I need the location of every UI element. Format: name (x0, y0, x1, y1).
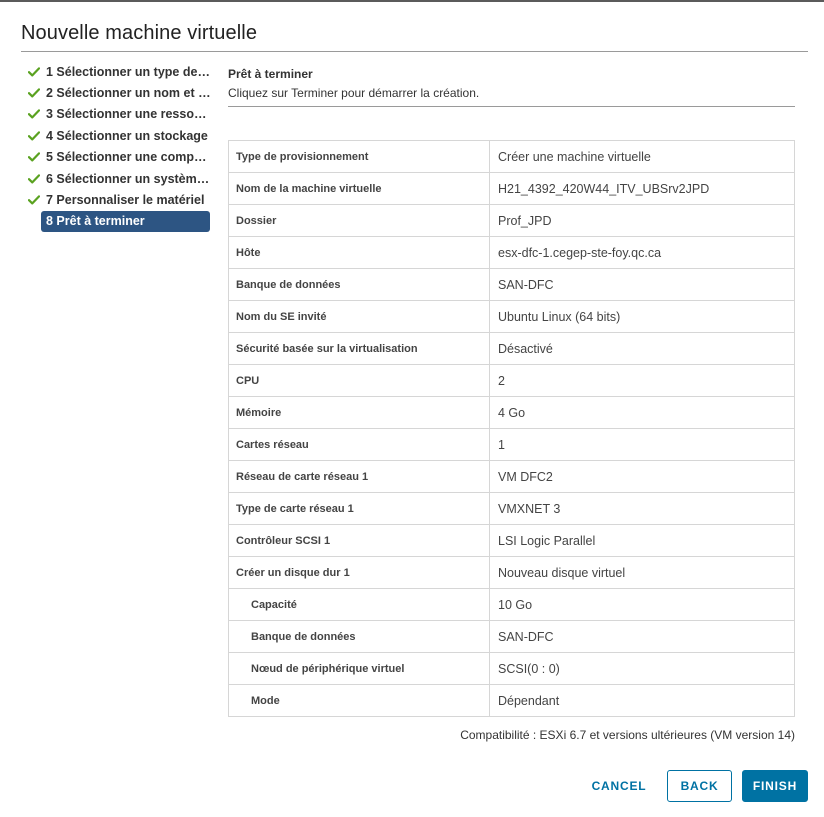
summary-value: 4 Go (489, 396, 795, 429)
wizard-steps-nav: 1 Sélectionner un type de c... 2 Sélectio… (28, 61, 213, 232)
summary-key: Réseau de carte réseau 1 (228, 460, 490, 493)
wizard-step-6[interactable]: 6 Sélectionner un système ... (28, 168, 213, 189)
check-icon (28, 88, 46, 98)
summary-key: Créer un disque dur 1 (228, 556, 490, 589)
summary-value: 10 Go (489, 588, 795, 621)
summary-key: Dossier (228, 204, 490, 237)
summary-key: Type de carte réseau 1 (228, 492, 490, 525)
window-top-border (0, 0, 824, 2)
table-row: Nom de la machine virtuelle H21_4392_420W… (228, 172, 795, 205)
wizard-step-2[interactable]: 2 Sélectionner un nom et u... (28, 82, 213, 103)
table-row: Contrôleur SCSI 1 LSI Logic Parallel (228, 524, 795, 557)
table-row: Sécurité basée sur la virtualisation Désa… (228, 332, 795, 365)
table-row: Hôte esx-dfc-1.cegep-ste-foy.qc.ca (228, 236, 795, 269)
summary-key: Mémoire (228, 396, 490, 429)
summary-value: VMXNET 3 (489, 492, 795, 525)
wizard-step-label: 2 Sélectionner un nom et u... (46, 86, 211, 101)
summary-value: Créer une machine virtuelle (489, 140, 795, 173)
check-icon (28, 109, 46, 119)
summary-key: Banque de données (228, 620, 490, 653)
table-row: Créer un disque dur 1 Nouveau disque virt… (228, 556, 795, 589)
summary-value: Désactivé (489, 332, 795, 365)
summary-value: Dépendant (489, 684, 795, 717)
summary-value: LSI Logic Parallel (489, 524, 795, 557)
summary-key: Sécurité basée sur la virtualisation (228, 332, 490, 365)
summary-table: Type de provisionnement Créer une machine… (228, 140, 795, 717)
finish-button[interactable]: FINISH (742, 770, 808, 802)
summary-key: Nœud de périphérique virtuel (228, 652, 490, 685)
summary-value: esx-dfc-1.cegep-ste-foy.qc.ca (489, 236, 795, 269)
summary-key: Capacité (228, 588, 490, 621)
table-row: Nom du SE invité Ubuntu Linux (64 bits) (228, 300, 795, 333)
wizard-step-label: 7 Personnaliser le matériel (46, 193, 205, 208)
check-icon (28, 66, 46, 77)
wizard-step-label: 3 Sélectionner une ressour... (46, 107, 211, 122)
wizard-step-8[interactable]: 8 Prêt à terminer (41, 210, 210, 232)
table-row: Type de provisionnement Créer une machine… (228, 140, 795, 173)
summary-key: Contrôleur SCSI 1 (228, 524, 490, 557)
summary-value: VM DFC2 (489, 460, 795, 493)
summary-value: SAN-DFC (489, 268, 795, 301)
title-divider (21, 51, 808, 52)
summary-value: Nouveau disque virtuel (489, 556, 795, 589)
table-row: Mémoire 4 Go (228, 396, 795, 429)
summary-value: SAN-DFC (489, 620, 795, 653)
summary-key: Type de provisionnement (228, 140, 490, 173)
summary-key: Cartes réseau (228, 428, 490, 461)
table-row: CPU 2 (228, 364, 795, 397)
summary-key: Nom du SE invité (228, 300, 490, 333)
table-row: Banque de données SAN-DFC (228, 620, 795, 653)
step-description: Cliquez sur Terminer pour démarrer la cr… (228, 86, 480, 100)
wizard-step-3[interactable]: 3 Sélectionner une ressour... (28, 104, 213, 125)
wizard-step-1[interactable]: 1 Sélectionner un type de c... (28, 61, 213, 82)
table-row: Dossier Prof_JPD (228, 204, 795, 237)
check-icon (28, 173, 46, 184)
summary-key: Hôte (228, 236, 490, 269)
table-row: Capacité 10 Go (228, 588, 795, 621)
wizard-step-label: 4 Sélectionner un stockage (46, 128, 208, 143)
table-row: Cartes réseau 1 (228, 428, 795, 461)
check-icon (28, 131, 46, 141)
wizard-step-label: 6 Sélectionner un système ... (46, 171, 211, 186)
wizard-step-4[interactable]: 4 Sélectionner un stockage (28, 125, 213, 146)
wizard-step-7[interactable]: 7 Personnaliser le matériel (28, 189, 213, 210)
table-row: Banque de données SAN-DFC (228, 268, 795, 301)
summary-value: H21_4392_420W44_ITV_UBSrv2JPD (489, 172, 795, 205)
wizard-step-label: 1 Sélectionner un type de c... (46, 64, 211, 79)
table-row: Mode Dépendant (228, 684, 795, 717)
content-divider (228, 106, 795, 107)
wizard-step-5[interactable]: 5 Sélectionner une compat... (28, 147, 213, 168)
table-row: Type de carte réseau 1 VMXNET 3 (228, 492, 795, 525)
summary-value: SCSI(0 : 0) (489, 652, 795, 685)
cancel-button[interactable]: CANCEL (583, 770, 655, 802)
summary-key: Mode (228, 684, 490, 717)
wizard-step-label: 8 Prêt à terminer (46, 214, 145, 229)
summary-key: Banque de données (228, 268, 490, 301)
compatibility-note: Compatibilité : ESXi 6.7 et versions ult… (460, 728, 795, 742)
table-row: Nœud de périphérique virtuel SCSI(0 : 0) (228, 652, 795, 685)
wizard-step-label: 5 Sélectionner une compat... (46, 150, 211, 165)
check-icon (28, 152, 46, 162)
content-header: Prêt à terminer Cliquez sur Terminer pou… (228, 61, 795, 100)
back-button[interactable]: BACK (667, 770, 732, 802)
summary-value: 2 (489, 364, 795, 397)
summary-key: Nom de la machine virtuelle (228, 172, 490, 205)
step-heading: Prêt à terminer (228, 67, 313, 81)
summary-key: CPU (228, 364, 490, 397)
dialog-title: Nouvelle machine virtuelle (21, 22, 258, 44)
check-icon (28, 195, 46, 205)
summary-value: Ubuntu Linux (64 bits) (489, 300, 795, 333)
summary-value: 1 (489, 428, 795, 461)
table-row: Réseau de carte réseau 1 VM DFC2 (228, 460, 795, 493)
summary-value: Prof_JPD (489, 204, 795, 237)
